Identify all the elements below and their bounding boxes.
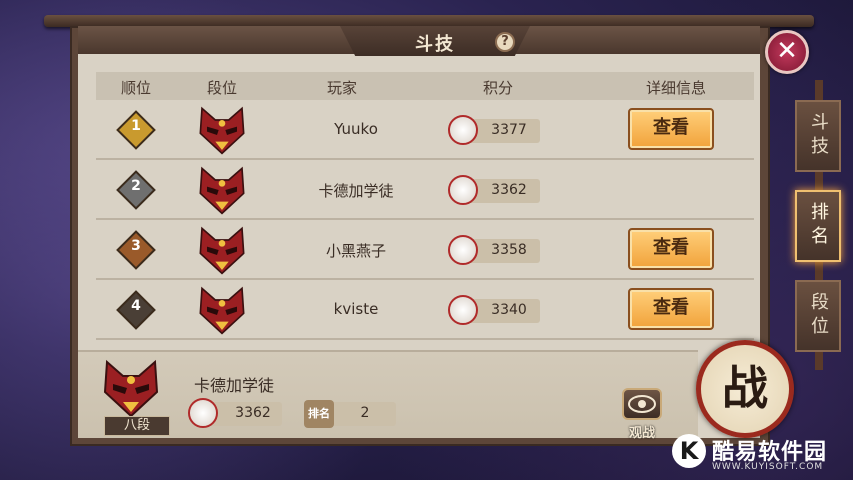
help-icon[interactable]: ? xyxy=(495,32,515,52)
ranking-header: 顺位 段位 玩家 积分 详细信息 xyxy=(96,72,754,100)
score-value: 3377 xyxy=(491,122,527,138)
view-button[interactable]: 查看 xyxy=(628,288,714,330)
player-name: 小黑燕子 xyxy=(325,242,386,260)
eye-icon xyxy=(622,388,662,420)
self-rank-label: 排名 xyxy=(304,400,334,428)
sakura-icon xyxy=(448,175,478,205)
battle-button[interactable]: 战 xyxy=(696,340,794,438)
header-tier: 段位 xyxy=(206,79,237,97)
close-icon: ✕ xyxy=(776,36,798,66)
sakura-icon xyxy=(448,235,478,265)
self-fox-mask-icon xyxy=(103,359,159,418)
rank-number: 2 xyxy=(131,178,141,194)
tab-ranking[interactable]: 排名 xyxy=(795,190,841,262)
header-rank: 顺位 xyxy=(120,79,151,97)
ranking-row: 3 小黑燕子 3358 查看 xyxy=(96,222,754,280)
watermark-logo: K xyxy=(672,434,706,468)
tab-tier[interactable]: 段位 xyxy=(795,280,841,352)
view-button[interactable]: 查看 xyxy=(628,228,714,270)
player-name: Yuuko xyxy=(334,120,378,138)
ranking-row: 1 Yuuko 3377 查看 xyxy=(96,102,754,160)
page-title: 斗技 xyxy=(415,34,455,55)
tab-arena[interactable]: 斗技 xyxy=(795,100,841,172)
self-rank-value: 2 xyxy=(360,405,370,421)
self-score: 3362 xyxy=(235,405,271,421)
ranking-row: 2 卡德加学徒 3362 xyxy=(96,162,754,220)
header-details: 详细信息 xyxy=(645,79,706,97)
score-box: 3377 xyxy=(448,115,540,145)
score-box: 3362 xyxy=(448,175,540,205)
ranking-row: 4 kviste 3340 查看 xyxy=(96,282,754,340)
rank-number: 3 xyxy=(131,238,141,254)
sakura-icon xyxy=(448,115,478,145)
self-player-name: 卡德加学徒 xyxy=(194,376,275,395)
close-button[interactable]: ✕ xyxy=(765,30,809,74)
sakura-icon xyxy=(448,295,478,325)
fox-mask-icon xyxy=(199,106,245,155)
self-tier-plate: 八段 xyxy=(104,416,170,436)
rank-number: 4 xyxy=(131,298,141,314)
fox-mask-icon xyxy=(199,166,245,215)
player-name: kviste xyxy=(333,300,379,318)
score-value: 3358 xyxy=(491,242,527,258)
sakura-icon xyxy=(188,398,218,428)
watermark-url: WWW.KUYISOFT.COM xyxy=(712,462,824,472)
score-value: 3340 xyxy=(491,302,527,318)
score-box: 3358 xyxy=(448,235,540,265)
header-player: 玩家 xyxy=(326,79,357,97)
player-name: 卡德加学徒 xyxy=(318,182,394,200)
score-box: 3340 xyxy=(448,295,540,325)
score-value: 3362 xyxy=(491,182,527,198)
watch-button[interactable]: 观战 xyxy=(612,388,672,441)
rank-number: 1 xyxy=(131,118,141,134)
header-points: 积分 xyxy=(482,79,513,97)
watch-label: 观战 xyxy=(628,426,655,441)
fox-mask-icon xyxy=(199,286,245,335)
fox-mask-icon xyxy=(199,226,245,275)
view-button[interactable]: 查看 xyxy=(628,108,714,150)
watermark: K 酷易软件园 WWW.KUYISOFT.COM xyxy=(672,432,852,478)
